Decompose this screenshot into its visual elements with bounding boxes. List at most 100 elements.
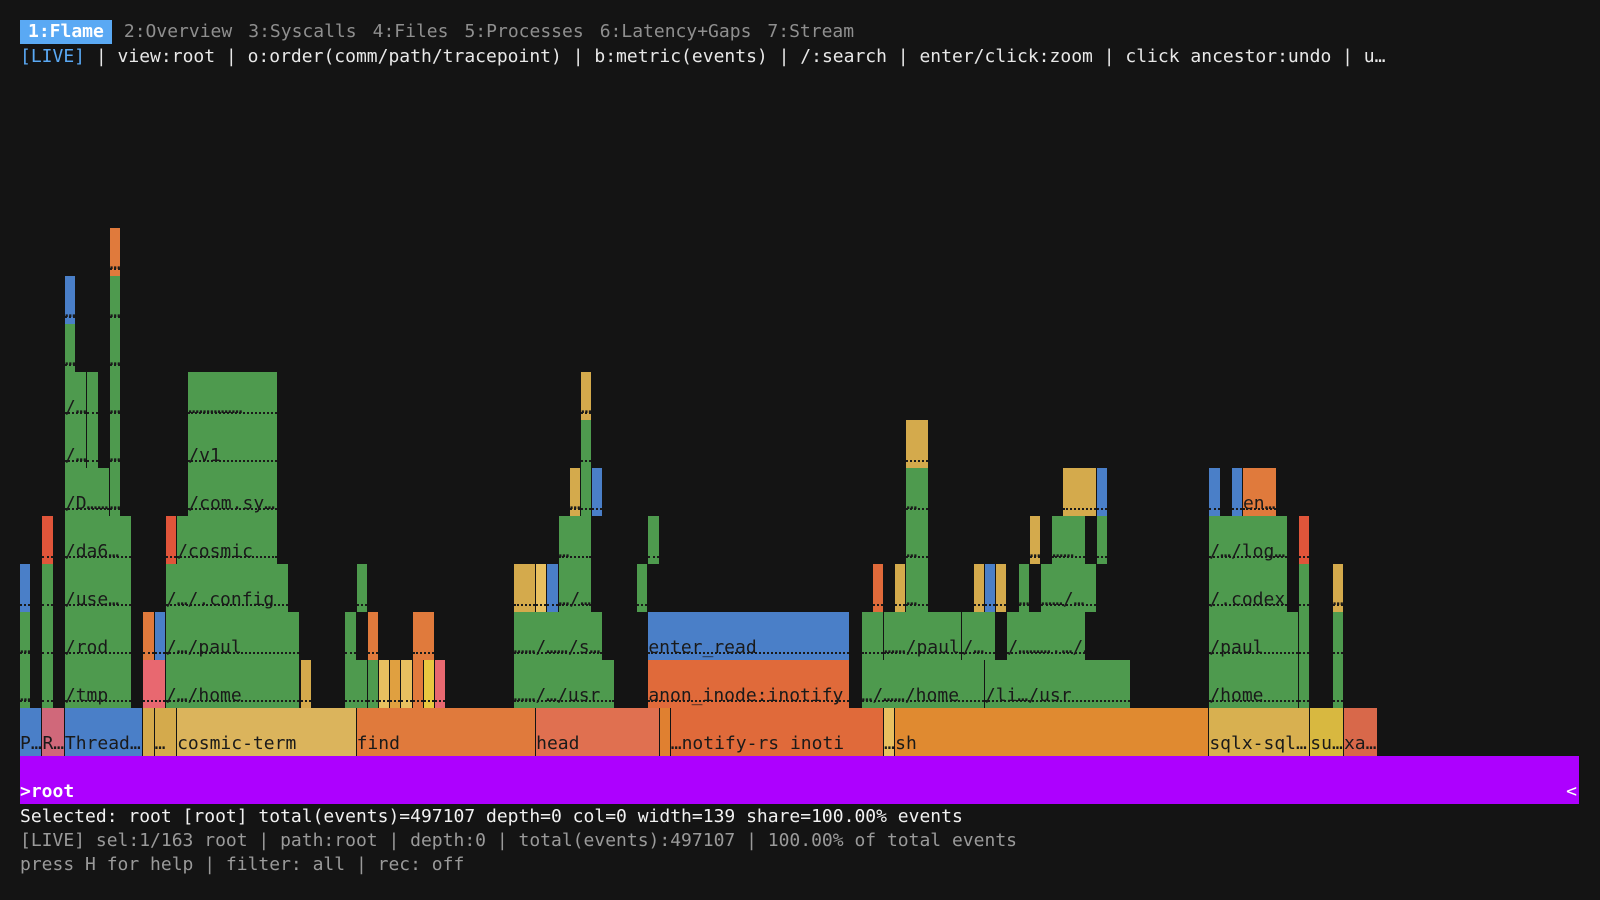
flame-frame[interactable] [42,612,53,660]
flame-frame[interactable] [1299,660,1310,708]
flame-frame[interactable] [379,660,390,708]
flame-frame[interactable]: … [64,324,76,372]
flame-frame[interactable] [1299,564,1310,612]
flame-frame[interactable] [345,612,356,660]
flame-frame[interactable]: /…/.config [165,564,289,612]
flame-frame[interactable]: /…/home [165,660,300,708]
flame-frame[interactable] [143,612,154,660]
flame-frame[interactable]: xa… [1343,708,1377,756]
flame-frame[interactable] [1209,468,1220,516]
flame-frame[interactable] [412,660,423,708]
flame-frame[interactable]: …/……/home [861,660,984,708]
flame-frame[interactable]: /cosmic [177,516,278,564]
flame-frame[interactable] [581,468,592,516]
flame-frame[interactable]: sqlx-sql… [1209,708,1310,756]
flame-frame[interactable] [648,516,659,564]
flame-frame[interactable] [861,612,883,660]
flame-frame[interactable] [637,564,648,612]
flame-frame[interactable] [872,564,883,612]
flame-frame[interactable] [592,468,603,516]
flame-frame[interactable]: /……….…/… [1007,612,1085,660]
flame-frame[interactable] [42,516,53,564]
flame-frame[interactable] [1299,516,1310,564]
flame-frame[interactable] [87,372,98,420]
flame-frame[interactable]: … [154,708,177,756]
flame-frame[interactable] [536,564,547,612]
flame-frame[interactable] [154,612,165,660]
flame-frame[interactable] [345,660,367,708]
flame-frame[interactable]: … [109,228,120,276]
flame-frame[interactable]: …… [1052,516,1085,564]
flame-frame[interactable] [581,420,592,468]
flame-frame[interactable]: /… [962,612,996,660]
flame-frame[interactable] [659,708,670,756]
flame-frame[interactable]: … [906,468,928,516]
flame-frame[interactable]: … [906,564,928,612]
flame-frame[interactable]: … [20,660,31,708]
flame-frame[interactable]: head [536,708,659,756]
flame-frame[interactable]: /com.sy… [188,468,278,516]
flame-frame[interactable]: … [109,276,120,324]
flame-frame[interactable]: /.codex [1209,564,1287,612]
flame-frame[interactable]: …notify-rs inoti [670,708,883,756]
flame-frame[interactable]: … [906,516,928,564]
flame-frame[interactable]: … [581,372,592,420]
flame-frame[interactable]: /tmp [64,660,132,708]
flame-frame[interactable]: … [569,468,580,516]
flame-frame[interactable]: … [109,420,120,468]
flame-frame[interactable] [906,420,928,468]
flame-frame[interactable] [996,564,1007,612]
flame-frame[interactable]: …………… [188,372,278,420]
flame-frame[interactable]: … [20,612,31,660]
flame-frame[interactable]: /…/log… [1209,516,1287,564]
flame-frame[interactable]: … [1332,564,1343,612]
flame-frame-root[interactable]: >root < [20,756,1579,804]
flame-frame[interactable] [300,660,311,708]
flame-frame[interactable]: /D…… [64,468,109,516]
flame-frame[interactable] [20,564,31,612]
flame-frame[interactable]: /v1 [188,420,278,468]
flame-frame[interactable] [984,564,996,612]
flame-frame[interactable] [165,516,177,564]
flame-frame[interactable]: Thread… [64,708,143,756]
flame-frame[interactable]: sh [895,708,1209,756]
flame-frame[interactable]: … [109,372,120,420]
flame-frame[interactable] [390,660,401,708]
flame-frame[interactable] [895,564,906,612]
flame-frame[interactable] [1299,612,1310,660]
flame-frame[interactable]: cosmic-term [177,708,356,756]
flame-frame[interactable]: ……/… [1041,564,1097,612]
flame-frame[interactable]: …/… [558,564,592,612]
flame-frame[interactable]: P… [20,708,42,756]
flame-frame[interactable] [367,660,379,708]
flame-frame[interactable]: ……/paul [883,612,962,660]
flame-frame[interactable]: /da6… [64,516,132,564]
flame-frame[interactable]: … [109,324,120,372]
flame-frame[interactable]: … [883,708,895,756]
flame-frame[interactable]: /use… [64,564,132,612]
flame-frame[interactable] [1097,516,1108,564]
flame-frame[interactable]: R… [42,708,64,756]
flame-frame[interactable]: en… [1242,468,1276,516]
flame-frame[interactable]: … [1029,516,1041,564]
flame-frame[interactable]: su… [1310,708,1343,756]
flame-frame[interactable] [435,660,446,708]
flame-frame[interactable] [1231,468,1242,516]
flame-frame[interactable] [87,420,98,468]
flame-frame[interactable] [1332,612,1343,660]
flame-frame[interactable] [143,660,165,708]
flame-frame[interactable]: … [558,516,592,564]
flame-frame[interactable] [513,564,536,612]
flame-frame[interactable] [42,564,53,612]
flame-frame[interactable]: ……/……/s… [513,612,603,660]
flame-frame[interactable]: /li…/usr [984,660,1130,708]
flame-frame[interactable]: /home [1209,660,1299,708]
flame-frame[interactable] [1063,468,1097,516]
flame-frame[interactable] [973,564,984,612]
flame-frame[interactable] [367,612,379,660]
flame-frame[interactable]: … [1018,564,1029,612]
flame-frame[interactable] [547,564,558,612]
flame-frame[interactable]: /… [64,420,87,468]
flame-frame[interactable]: /… [64,372,87,420]
flame-frame[interactable]: anon_inode:inotify [648,660,850,708]
